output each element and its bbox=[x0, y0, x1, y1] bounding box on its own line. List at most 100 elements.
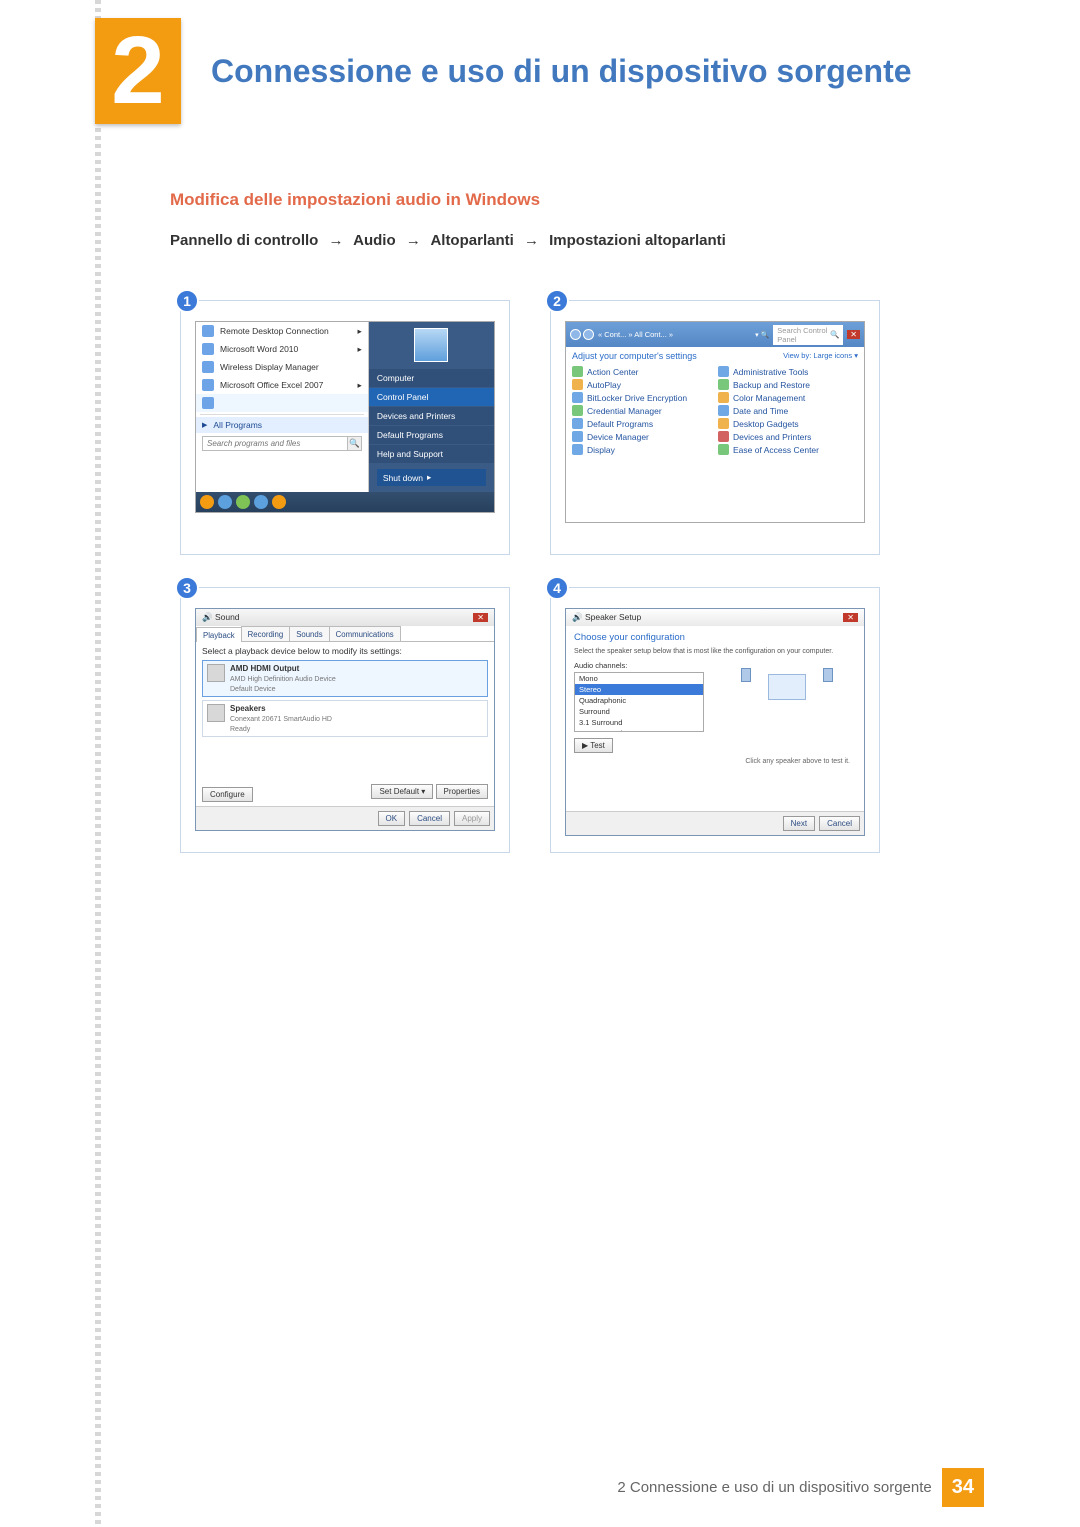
tab-recording[interactable]: Recording bbox=[241, 626, 291, 641]
test-button[interactable]: ▶ Test bbox=[574, 738, 613, 753]
apply-button[interactable]: Apply bbox=[454, 811, 490, 826]
set-default-button[interactable]: Set Default ▾ bbox=[371, 784, 433, 799]
chapter-title: Connessione e uso di un dispositivo sorg… bbox=[211, 53, 912, 90]
step-card-3: 3 🔊 Sound ✕ Playback Recording Sounds Co… bbox=[180, 587, 510, 853]
speaker-icon[interactable] bbox=[741, 668, 751, 682]
list-item[interactable]: Surround bbox=[575, 706, 703, 717]
list-item[interactable]: Mono bbox=[575, 673, 703, 684]
sound-tabs: Playback Recording Sounds Communications bbox=[196, 626, 494, 642]
cancel-button[interactable]: Cancel bbox=[819, 816, 860, 831]
chapter-header: 2 Connessione e uso di un dispositivo so… bbox=[95, 18, 912, 124]
cp-item[interactable]: Ease of Access Center bbox=[718, 444, 858, 455]
chapter-number-box: 2 bbox=[95, 18, 181, 124]
cp-item[interactable]: Administrative Tools bbox=[718, 366, 858, 377]
cp-item[interactable]: Default Programs bbox=[572, 418, 712, 429]
section-subheading: Modifica delle impostazioni audio in Win… bbox=[170, 190, 980, 210]
list-item[interactable]: Quadraphonic bbox=[575, 695, 703, 706]
step-badge: 3 bbox=[175, 576, 199, 600]
device-icon bbox=[207, 704, 225, 722]
speaker-setup-title: Choose your configuration bbox=[574, 632, 856, 643]
tab-playback[interactable]: Playback bbox=[196, 627, 242, 642]
screenshot-start-menu: Remote Desktop Connection▸ Microsoft Wor… bbox=[195, 321, 495, 513]
address-crumb[interactable]: « Cont... » All Cont... » bbox=[598, 330, 751, 339]
tab-communications[interactable]: Communications bbox=[329, 626, 401, 641]
right-menu-item[interactable]: Devices and Printers bbox=[369, 407, 494, 425]
channels-label: Audio channels: bbox=[574, 661, 704, 670]
playback-device[interactable]: SpeakersConexant 20671 SmartAudio HDRead… bbox=[202, 700, 488, 737]
screenshot-sound-dialog: 🔊 Sound ✕ Playback Recording Sounds Comm… bbox=[195, 608, 495, 831]
monitor-icon bbox=[768, 674, 806, 700]
device-icon bbox=[207, 664, 225, 682]
breadcrumb-arrow-icon: → bbox=[406, 232, 421, 249]
channels-listbox[interactable]: Mono Stereo Quadraphonic Surround 3.1 Su… bbox=[574, 672, 704, 732]
all-programs-button[interactable]: All Programs bbox=[196, 417, 368, 433]
cp-search-input[interactable]: Search Control Panel🔍 bbox=[773, 325, 843, 345]
breadcrumb: Pannello di controllo → Audio → Altoparl… bbox=[170, 232, 980, 249]
cp-item[interactable]: Devices and Printers bbox=[718, 431, 858, 442]
cp-item[interactable]: Action Center bbox=[572, 366, 712, 377]
close-icon[interactable]: ✕ bbox=[847, 330, 860, 339]
app-icon bbox=[202, 379, 214, 391]
tab-sounds[interactable]: Sounds bbox=[289, 626, 329, 641]
cp-heading: Adjust your computer's settings bbox=[572, 351, 697, 361]
shutdown-button[interactable]: Shut down▸ bbox=[377, 469, 486, 486]
close-icon[interactable]: ✕ bbox=[473, 613, 488, 622]
start-menu-item[interactable]: Remote Desktop Connection bbox=[220, 326, 329, 336]
app-icon bbox=[202, 397, 214, 409]
start-menu-item[interactable]: Microsoft Office Excel 2007 bbox=[220, 380, 323, 390]
taskbar-icon[interactable] bbox=[254, 495, 268, 509]
view-by-dropdown[interactable]: View by: Large icons ▾ bbox=[783, 351, 858, 361]
forward-icon[interactable] bbox=[583, 329, 594, 340]
start-menu-item[interactable]: Wireless Display Manager bbox=[220, 362, 319, 372]
user-avatar bbox=[414, 328, 448, 362]
taskbar bbox=[196, 492, 494, 512]
taskbar-icon[interactable] bbox=[218, 495, 232, 509]
speaker-icon[interactable] bbox=[823, 668, 833, 682]
right-menu-item[interactable]: Computer bbox=[369, 369, 494, 387]
cancel-button[interactable]: Cancel bbox=[409, 811, 450, 826]
right-menu-item[interactable]: Help and Support bbox=[369, 445, 494, 463]
list-item[interactable]: 3.1 Surround bbox=[575, 717, 703, 728]
cp-item[interactable]: Display bbox=[572, 444, 712, 455]
screenshot-control-panel: « Cont... » All Cont... » ▾ 🔍 Search Con… bbox=[565, 321, 865, 523]
cp-item[interactable]: Desktop Gadgets bbox=[718, 418, 858, 429]
back-icon[interactable] bbox=[570, 329, 581, 340]
cp-item[interactable]: BitLocker Drive Encryption bbox=[572, 392, 712, 403]
speaker-hint: Click any speaker above to test it. bbox=[574, 758, 850, 765]
list-item[interactable]: 5.1 Surround bbox=[575, 728, 703, 732]
start-menu-item[interactable] bbox=[220, 398, 222, 408]
close-icon[interactable]: ✕ bbox=[843, 613, 858, 622]
cp-item[interactable]: Device Manager bbox=[572, 431, 712, 442]
step-badge: 2 bbox=[545, 289, 569, 313]
breadcrumb-item: Pannello di controllo bbox=[170, 232, 318, 249]
search-input[interactable] bbox=[202, 436, 348, 451]
page-left-dotted-bar bbox=[95, 0, 101, 1527]
properties-button[interactable]: Properties bbox=[436, 784, 488, 799]
step-badge: 1 bbox=[175, 289, 199, 313]
right-menu-item[interactable]: Default Programs bbox=[369, 426, 494, 444]
cp-item[interactable]: Backup and Restore bbox=[718, 379, 858, 390]
cp-item[interactable]: Date and Time bbox=[718, 405, 858, 416]
next-button[interactable]: Next bbox=[783, 816, 815, 831]
cp-items-grid: Action Center Administrative Tools AutoP… bbox=[572, 366, 858, 455]
instruction-text: Select a playback device below to modify… bbox=[202, 646, 488, 656]
app-icon bbox=[202, 343, 214, 355]
start-orb-icon[interactable] bbox=[200, 495, 214, 509]
taskbar-icon[interactable] bbox=[272, 495, 286, 509]
playback-device[interactable]: AMD HDMI OutputAMD High Definition Audio… bbox=[202, 660, 488, 697]
cp-item[interactable]: Credential Manager bbox=[572, 405, 712, 416]
page-number: 34 bbox=[942, 1468, 984, 1507]
configure-button[interactable]: Configure bbox=[202, 787, 253, 802]
step-card-4: 4 🔊 Speaker Setup ✕ Choose your configur… bbox=[550, 587, 880, 853]
list-item[interactable]: Stereo bbox=[575, 684, 703, 695]
right-menu-item-control-panel[interactable]: Control Panel bbox=[369, 388, 494, 406]
dialog-title: 🔊 Sound bbox=[202, 612, 240, 623]
chapter-number: 2 bbox=[111, 16, 164, 126]
ok-button[interactable]: OK bbox=[378, 811, 406, 826]
footer-text: 2 Connessione e uso di un dispositivo so… bbox=[617, 1479, 931, 1496]
cp-item[interactable]: Color Management bbox=[718, 392, 858, 403]
cp-item[interactable]: AutoPlay bbox=[572, 379, 712, 390]
taskbar-icon[interactable] bbox=[236, 495, 250, 509]
search-icon[interactable]: 🔍 bbox=[348, 436, 362, 451]
start-menu-item[interactable]: Microsoft Word 2010 bbox=[220, 344, 298, 354]
